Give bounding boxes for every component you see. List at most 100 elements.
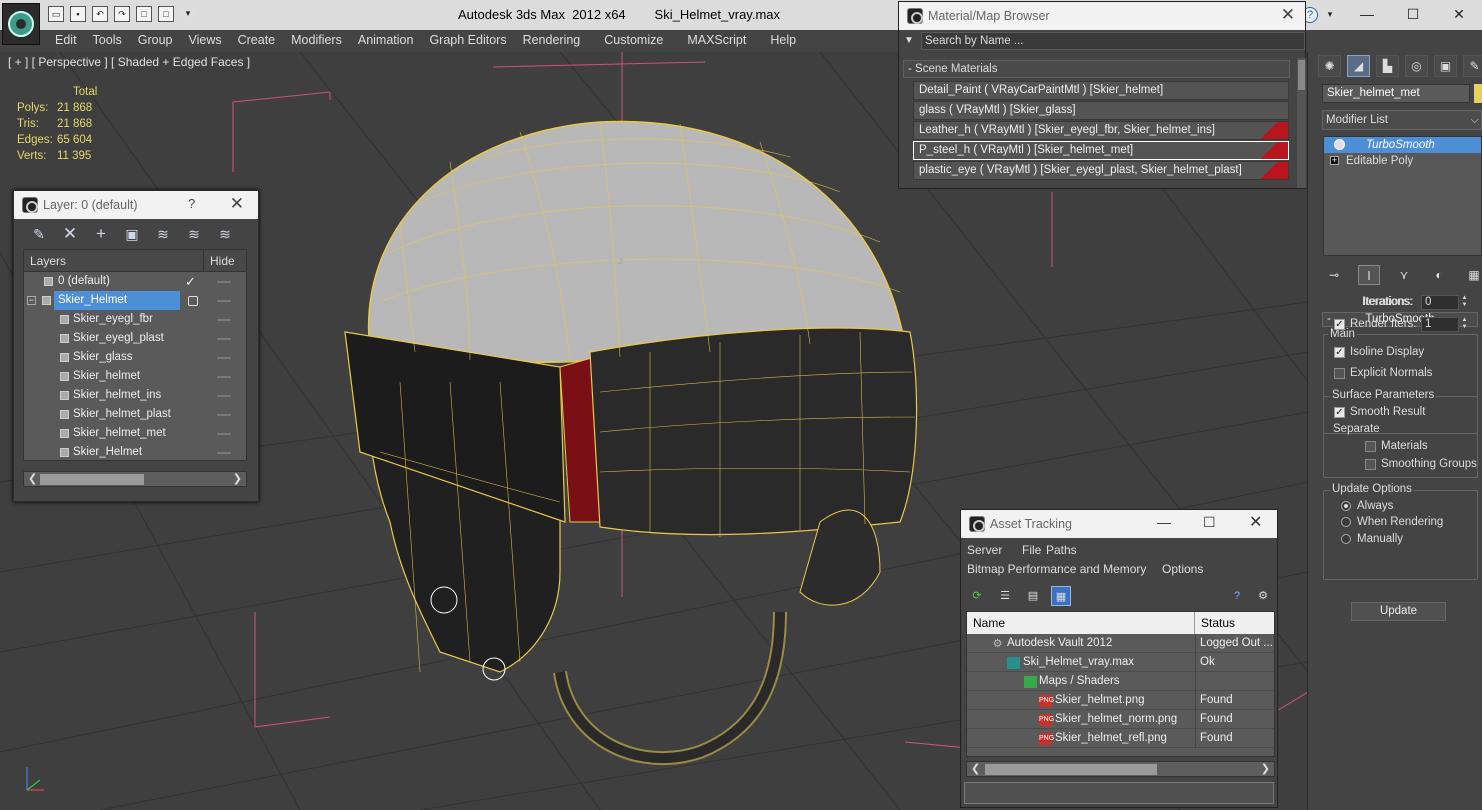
close-button[interactable]: ✕ [1281, 5, 1295, 25]
layer-object-row[interactable]: Skier_Helmet [24, 443, 246, 460]
remove-modifier-icon[interactable]: ◐ [1428, 265, 1450, 285]
layer-object-row[interactable]: Skier_helmet_plast [24, 405, 246, 424]
list-view-icon[interactable]: ☰ [995, 586, 1015, 606]
hierarchy-tab-icon[interactable]: ▙ [1376, 55, 1399, 77]
help-button[interactable]: ? [188, 196, 195, 211]
scroll-left-icon[interactable]: ❮ [971, 762, 980, 776]
checkmark-icon[interactable]: ✓ [185, 272, 196, 291]
utilities-tab-icon[interactable]: ✎ [1463, 55, 1482, 77]
object-color-swatch[interactable] [1474, 84, 1482, 103]
menu-graph-editors[interactable]: Graph Editors [421, 30, 514, 50]
spinner-arrows-icon[interactable]: ▲ ▼ [1460, 317, 1469, 332]
menu-group[interactable]: Group [130, 30, 181, 50]
table-view-icon[interactable]: ▦ [1051, 586, 1071, 606]
qa-dropdown-icon[interactable]: ▾ [180, 6, 196, 22]
asset-row[interactable]: Ski_Helmet_vray.max Ok [967, 653, 1274, 672]
highlight-layer-icon[interactable]: ≋ [152, 225, 174, 243]
lightbulb-icon[interactable] [1334, 139, 1345, 150]
create-tab-icon[interactable]: ✺ [1318, 55, 1341, 77]
app-menu-button[interactable] [2, 3, 40, 45]
asset-row[interactable]: Maps / Shaders [967, 672, 1274, 691]
asset-row[interactable]: ⚙ Autodesk Vault 2012 Logged Out ... [967, 634, 1274, 653]
render-iters-checkbox[interactable]: ✓ [1334, 319, 1345, 330]
explicit-normals-checkbox[interactable] [1334, 368, 1345, 379]
refresh-icon[interactable]: ⟳ [967, 586, 987, 606]
maximize-icon[interactable]: ☐ [1203, 514, 1216, 531]
help-dropdown-icon[interactable]: ▾ [1322, 7, 1338, 23]
fetch-icon[interactable]: □ [158, 6, 174, 22]
menu-options[interactable]: Options [1162, 562, 1203, 576]
asset-path-field[interactable] [964, 782, 1274, 804]
undo-icon[interactable]: ↶ [92, 6, 108, 22]
minimize-icon[interactable]: — [1157, 514, 1171, 530]
help-icon[interactable]: ? [1227, 586, 1247, 606]
show-end-result-icon[interactable]: Ⅰ [1358, 265, 1380, 285]
menu-edit[interactable]: Edit [47, 30, 85, 50]
object-name-field[interactable]: Skier_helmet_met [1322, 84, 1470, 103]
maximize-icon[interactable]: ☐ [1390, 0, 1436, 30]
options-dropdown-icon[interactable]: ▼ [904, 35, 914, 46]
isoline-display-checkbox[interactable]: ✓ [1334, 347, 1345, 358]
scroll-thumb[interactable] [40, 474, 144, 485]
create-layer-icon[interactable]: ✎ [28, 225, 50, 243]
hide-toggle[interactable] [217, 452, 231, 454]
hide-toggle[interactable] [217, 300, 231, 302]
hide-toggle[interactable] [217, 319, 231, 321]
menu-animation[interactable]: Animation [350, 30, 422, 50]
material-row[interactable]: Leather_h ( VRayMtl ) [Skier_eyegl_fbr, … [913, 121, 1289, 140]
layer-object-row[interactable]: Skier_helmet_ins [24, 386, 246, 405]
close-icon[interactable]: ✕ [1249, 512, 1262, 532]
smoothing-groups-checkbox[interactable] [1365, 459, 1376, 470]
col-layers[interactable]: Layers [24, 250, 204, 271]
layer-object-row[interactable]: Skier_eyegl_fbr [24, 310, 246, 329]
add-to-layer-icon[interactable]: + [90, 225, 112, 243]
layer-object-row[interactable]: Skier_glass [24, 348, 246, 367]
close-button[interactable]: ✕ [230, 194, 244, 214]
asset-row[interactable]: PNG Skier_helmet.png Found [967, 691, 1274, 710]
make-unique-icon[interactable]: ⋎ [1393, 265, 1415, 285]
menu-maxscript[interactable]: MAXScript [679, 30, 762, 50]
scroll-thumb[interactable] [985, 764, 1157, 775]
menu-help[interactable]: Help [762, 30, 804, 50]
asset-tracking-titlebar[interactable]: Asset Tracking — ☐ ✕ [961, 510, 1277, 538]
scene-materials-group[interactable]: - Scene Materials [903, 60, 1290, 78]
materials-checkbox[interactable] [1365, 441, 1376, 452]
asset-row[interactable]: PNG Skier_helmet_refl.png Found [967, 729, 1274, 748]
col-status[interactable]: Status [1195, 612, 1274, 634]
select-objects-icon[interactable]: ▣ [121, 225, 143, 243]
material-vertical-scrollbar[interactable] [1297, 58, 1306, 188]
layer-object-row[interactable]: Skier_eyegl_plast [24, 329, 246, 348]
layer-window-titlebar[interactable]: Layer: 0 (default) ? ✕ [14, 191, 258, 219]
layer-object-row[interactable]: Skier_helmet_met [24, 424, 246, 443]
stack-item-turbosmooth[interactable]: TurboSmooth [1324, 137, 1481, 153]
display-tab-icon[interactable]: ▣ [1434, 55, 1457, 77]
menu-rendering[interactable]: Rendering [515, 30, 597, 50]
hide-all-icon[interactable]: ≋ [183, 225, 205, 243]
material-browser-titlebar[interactable]: Material/Map Browser ✕ [899, 2, 1305, 30]
freeze-all-icon[interactable]: ≋ [214, 225, 236, 243]
when-rendering-radio[interactable] [1341, 517, 1351, 527]
scroll-right-icon[interactable]: ❯ [233, 472, 242, 486]
material-row[interactable]: Detail_Paint ( VRayCarPaintMtl ) [Skier_… [913, 81, 1289, 100]
stack-item-editable-poly[interactable]: + Editable Poly [1324, 153, 1481, 169]
scroll-left-icon[interactable]: ❮ [28, 472, 37, 486]
menu-bitmap-performance[interactable]: Bitmap Performance and Memory [967, 562, 1146, 576]
material-row[interactable]: plastic_eye ( VRayMtl ) [Skier_eyegl_pla… [913, 161, 1289, 180]
menu-paths[interactable]: Paths [1046, 543, 1077, 557]
asset-row[interactable]: PNG Skier_helmet_norm.png Found [967, 710, 1274, 729]
redo-icon[interactable]: ↷ [114, 6, 130, 22]
hide-toggle[interactable] [217, 281, 231, 283]
scroll-right-icon[interactable]: ❯ [1261, 762, 1270, 776]
close-icon[interactable]: ✕ [1436, 0, 1482, 30]
menu-server[interactable]: Server [967, 543, 1002, 557]
manually-radio[interactable] [1341, 534, 1351, 544]
update-button[interactable]: Update [1351, 602, 1446, 621]
material-row-selected[interactable]: P_steel_h ( VRayMtl ) [Skier_helmet_met] [913, 141, 1289, 160]
menu-create[interactable]: Create [230, 30, 284, 50]
hide-toggle[interactable] [217, 433, 231, 435]
scroll-thumb[interactable] [1298, 60, 1305, 90]
viewport-label[interactable]: [ + ] [ Perspective ] [ Shaded + Edged F… [8, 55, 250, 69]
menu-tools[interactable]: Tools [85, 30, 130, 50]
menu-customize[interactable]: Customize [596, 30, 679, 50]
open-file-icon[interactable]: ▭ [48, 6, 64, 22]
